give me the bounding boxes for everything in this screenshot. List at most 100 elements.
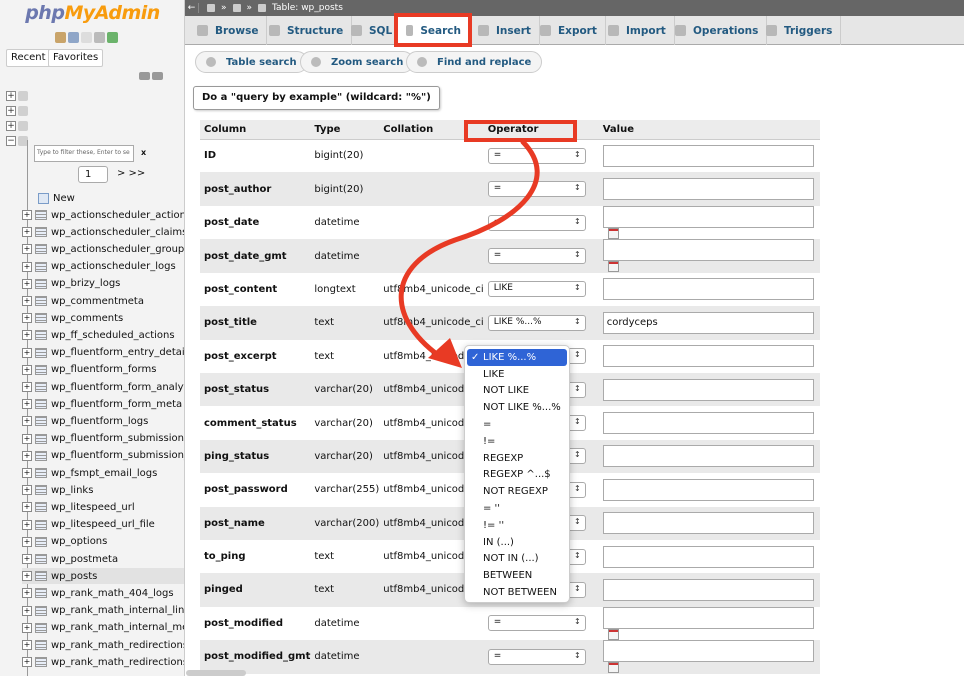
filter-clear-button[interactable]: x xyxy=(141,148,146,157)
sidebar-table-item[interactable]: + wp_links xyxy=(22,482,184,498)
sidebar-table-item[interactable]: + wp_fluentform_entry_details xyxy=(22,345,184,361)
sidebar-table-item[interactable]: + wp_fluentform_form_analytics xyxy=(22,379,184,395)
db-node[interactable]: + xyxy=(6,89,176,103)
operator-option[interactable]: NOT LIKE %...% xyxy=(467,399,567,416)
tab-export[interactable]: Export xyxy=(532,16,606,45)
favorites-button[interactable]: Favorites xyxy=(48,49,104,67)
expand-icon[interactable]: + xyxy=(22,278,32,289)
expand-icon[interactable]: + xyxy=(22,433,32,444)
table-icon[interactable] xyxy=(35,485,47,496)
value-input[interactable] xyxy=(602,512,814,535)
sidebar-table-item[interactable]: + wp_comments xyxy=(22,310,184,326)
breadcrumb-table[interactable]: Table: wp_posts xyxy=(272,3,343,13)
table-icon[interactable] xyxy=(35,382,47,392)
operator-option[interactable]: REGEXP ^...$ xyxy=(467,467,567,484)
table-icon[interactable] xyxy=(35,244,47,255)
calendar-icon[interactable] xyxy=(607,227,619,239)
expand-icon[interactable]: + xyxy=(6,106,16,116)
db-node[interactable]: + xyxy=(6,119,176,133)
expand-icon[interactable]: + xyxy=(22,640,32,650)
operator-option[interactable]: LIKE xyxy=(467,366,567,383)
operator-select[interactable]: = xyxy=(487,181,586,198)
db-node[interactable]: + xyxy=(6,104,176,118)
operator-option[interactable]: != xyxy=(467,433,567,450)
table-icon[interactable] xyxy=(35,554,47,564)
operator-option[interactable]: NOT IN (...) xyxy=(467,551,567,568)
reload-icon[interactable] xyxy=(107,32,118,43)
database-icon[interactable] xyxy=(232,4,241,12)
expand-icon[interactable]: + xyxy=(22,244,32,255)
database-icon[interactable] xyxy=(68,32,79,43)
table-icon[interactable] xyxy=(35,416,47,427)
expand-icon[interactable]: + xyxy=(22,657,32,668)
table-icon[interactable] xyxy=(35,399,47,410)
table-icon[interactable] xyxy=(35,278,47,289)
value-input[interactable] xyxy=(602,239,814,262)
table-icon[interactable] xyxy=(35,296,47,306)
operator-dropdown[interactable]: ✓ LIKE %...% LIKE NOT LIKE NOT LIKE %...% = !=… xyxy=(464,345,570,603)
value-input[interactable] xyxy=(602,144,814,167)
operator-option[interactable]: BETWEEN xyxy=(467,567,567,584)
operator-option[interactable]: != '' xyxy=(467,517,567,534)
sidebar-table-item[interactable]: + wp_commentmeta xyxy=(22,293,184,309)
tab-sql[interactable]: SQL xyxy=(343,16,402,45)
operator-option[interactable]: NOT LIKE xyxy=(467,383,567,400)
expand-icon[interactable]: + xyxy=(6,91,16,101)
table-icon[interactable] xyxy=(35,227,47,238)
collapse-all-icon[interactable] xyxy=(139,72,150,80)
expand-icon[interactable]: + xyxy=(6,121,16,131)
operator-option[interactable]: REGEXP xyxy=(467,450,567,467)
docs-icon[interactable] xyxy=(81,32,92,43)
table-icon[interactable] xyxy=(35,502,47,513)
calendar-icon[interactable] xyxy=(607,628,619,640)
expand-icon[interactable]: + xyxy=(22,571,32,582)
sidebar-table-item[interactable]: + wp_fluentform_form_meta xyxy=(22,396,184,412)
expand-icon[interactable]: + xyxy=(22,261,32,272)
sidebar-table-item[interactable]: + wp_rank_math_internal_meta xyxy=(22,620,184,636)
back-arrow-icon[interactable]: ← xyxy=(185,3,199,13)
sidebar-table-item[interactable]: + wp_ff_scheduled_actions xyxy=(22,327,184,343)
table-icon[interactable] xyxy=(35,468,47,478)
sidebar-table-item[interactable]: + wp_fluentform_submissions xyxy=(22,431,184,447)
expand-icon[interactable]: + xyxy=(22,364,32,375)
sidebar-table-item[interactable]: + wp_actionscheduler_groups xyxy=(22,241,184,257)
sidebar-table-item[interactable]: + wp_rank_math_internal_links xyxy=(22,603,184,619)
server-icon[interactable] xyxy=(207,4,215,12)
table-icon[interactable] xyxy=(35,588,47,599)
value-input[interactable] xyxy=(602,578,814,601)
table-icon[interactable] xyxy=(35,571,47,582)
expand-icon[interactable]: + xyxy=(22,502,32,513)
operator-select[interactable]: = xyxy=(487,214,586,231)
collapse-icon[interactable]: − xyxy=(6,136,16,146)
sidebar-table-item[interactable]: + wp_fsmpt_email_logs xyxy=(22,465,184,481)
expand-icon[interactable]: + xyxy=(22,622,32,633)
zoom-search-button[interactable]: Zoom search xyxy=(300,51,415,73)
expand-icon[interactable]: + xyxy=(22,450,32,461)
expand-icon[interactable]: + xyxy=(22,519,32,530)
table-search-button[interactable]: Table search xyxy=(195,51,308,73)
sidebar-table-item[interactable]: + wp_litespeed_url_file xyxy=(22,517,184,533)
table-icon[interactable] xyxy=(35,210,47,220)
tab-search[interactable]: Search xyxy=(398,16,470,45)
table-icon[interactable] xyxy=(35,347,47,358)
table-icon[interactable] xyxy=(35,433,47,444)
table-filter-input[interactable]: Type to filter these, Enter to se xyxy=(34,145,134,162)
page-select[interactable]: 1 xyxy=(78,166,108,183)
tab-browse[interactable]: Browse xyxy=(189,16,268,45)
tab-operations[interactable]: Operations xyxy=(667,16,768,45)
operator-select[interactable]: LIKE %...% xyxy=(487,314,586,331)
expand-icon[interactable]: + xyxy=(22,313,32,324)
sidebar-table-item[interactable]: + wp_litespeed_url xyxy=(22,499,184,515)
table-icon[interactable] xyxy=(35,330,47,341)
operator-select[interactable]: = xyxy=(487,248,586,265)
phpmyadmin-logo[interactable]: phpMyAdmin xyxy=(0,2,184,24)
sidebar-table-item[interactable]: + wp_rank_math_redirections xyxy=(22,637,184,653)
expand-icon[interactable]: + xyxy=(22,468,32,478)
sidebar-table-item[interactable]: + wp_actionscheduler_claims xyxy=(22,224,184,240)
value-input[interactable] xyxy=(602,378,814,401)
expand-icon[interactable]: + xyxy=(22,330,32,341)
sidebar-table-item[interactable]: + wp_rank_math_redirections_c xyxy=(22,654,184,670)
operator-option[interactable]: = '' xyxy=(467,500,567,517)
operator-select[interactable]: LIKE xyxy=(487,281,586,298)
sidebar-table-item[interactable]: + wp_postmeta xyxy=(22,551,184,567)
